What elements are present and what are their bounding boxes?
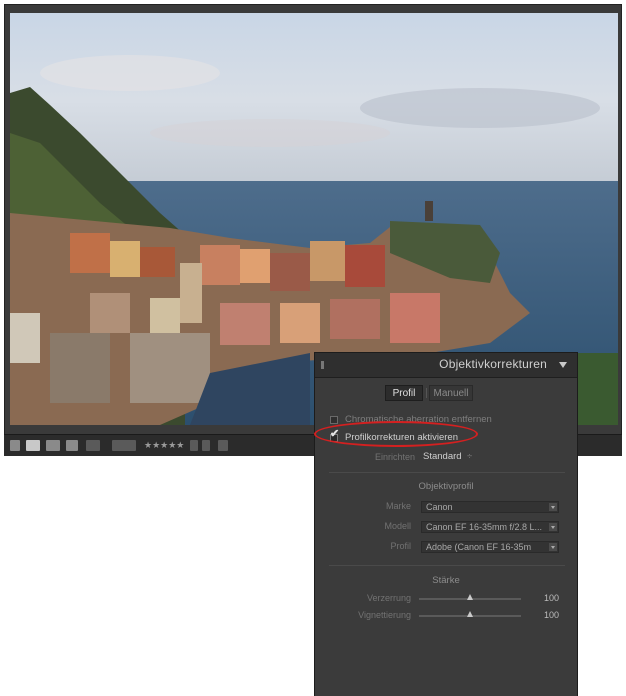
lens-corrections-panel: Objektivkorrekturen Profil Manuell Chrom… [314, 352, 578, 696]
profil-dropdown[interactable]: Adobe (Canon EF 16-35m [421, 541, 559, 553]
modell-dropdown[interactable]: Canon EF 16-35mm f/2.8 L... [421, 521, 559, 533]
grid-view-icon[interactable] [10, 440, 20, 451]
distortion-value[interactable]: 100 [535, 593, 559, 603]
tab-manuell[interactable]: Manuell [429, 385, 473, 401]
rating-stars[interactable]: ★★★★★ [144, 439, 184, 451]
flag-icon[interactable] [190, 440, 198, 451]
distortion-label: Verzerrung [366, 593, 411, 603]
setup-label: Einrichten [374, 452, 415, 462]
section-lens-profile: Objektivprofil [418, 481, 474, 492]
panel-grip-icon [321, 361, 324, 369]
panel-title: Objektivkorrekturen [439, 357, 547, 371]
setup-dropdown[interactable]: Standard [423, 451, 462, 462]
chevron-down-icon [549, 543, 557, 551]
marke-dropdown[interactable]: Canon [421, 501, 559, 513]
chevron-down-icon [549, 523, 557, 531]
survey-view-icon[interactable] [66, 440, 78, 451]
divider [329, 565, 565, 566]
divider [329, 472, 565, 473]
vignetting-value[interactable]: 100 [535, 610, 559, 620]
color-label-icon[interactable] [218, 440, 228, 451]
flag-group[interactable] [112, 440, 136, 451]
panel-header[interactable]: Objektivkorrekturen [315, 353, 577, 378]
modell-label: Modell [384, 521, 411, 531]
marke-value: Canon [426, 502, 453, 512]
vignetting-slider-thumb[interactable] [467, 611, 473, 617]
flag-reject-icon[interactable] [202, 440, 210, 451]
profil-value: Adobe (Canon EF 16-35m [426, 542, 532, 552]
modell-value: Canon EF 16-35mm f/2.8 L... [426, 522, 543, 532]
tab-divider [426, 388, 427, 398]
before-after-icon[interactable] [86, 440, 100, 451]
vignetting-label: Vignettierung [358, 610, 411, 620]
distortion-slider-thumb[interactable] [467, 594, 473, 600]
collapse-triangle-icon[interactable] [559, 362, 567, 368]
compare-view-icon[interactable] [46, 440, 60, 451]
setup-chevron-icon[interactable]: ÷ [467, 451, 472, 462]
highlight-annotation-ellipse [314, 421, 478, 447]
marke-label: Marke [385, 501, 411, 511]
section-strength: Stärke [432, 575, 460, 586]
chevron-down-icon [549, 503, 557, 511]
tab-profil[interactable]: Profil [385, 385, 423, 401]
profil-label: Profil [390, 541, 411, 551]
chromatic-aberration-checkbox[interactable] [330, 416, 338, 424]
loupe-view-icon[interactable] [26, 440, 40, 451]
